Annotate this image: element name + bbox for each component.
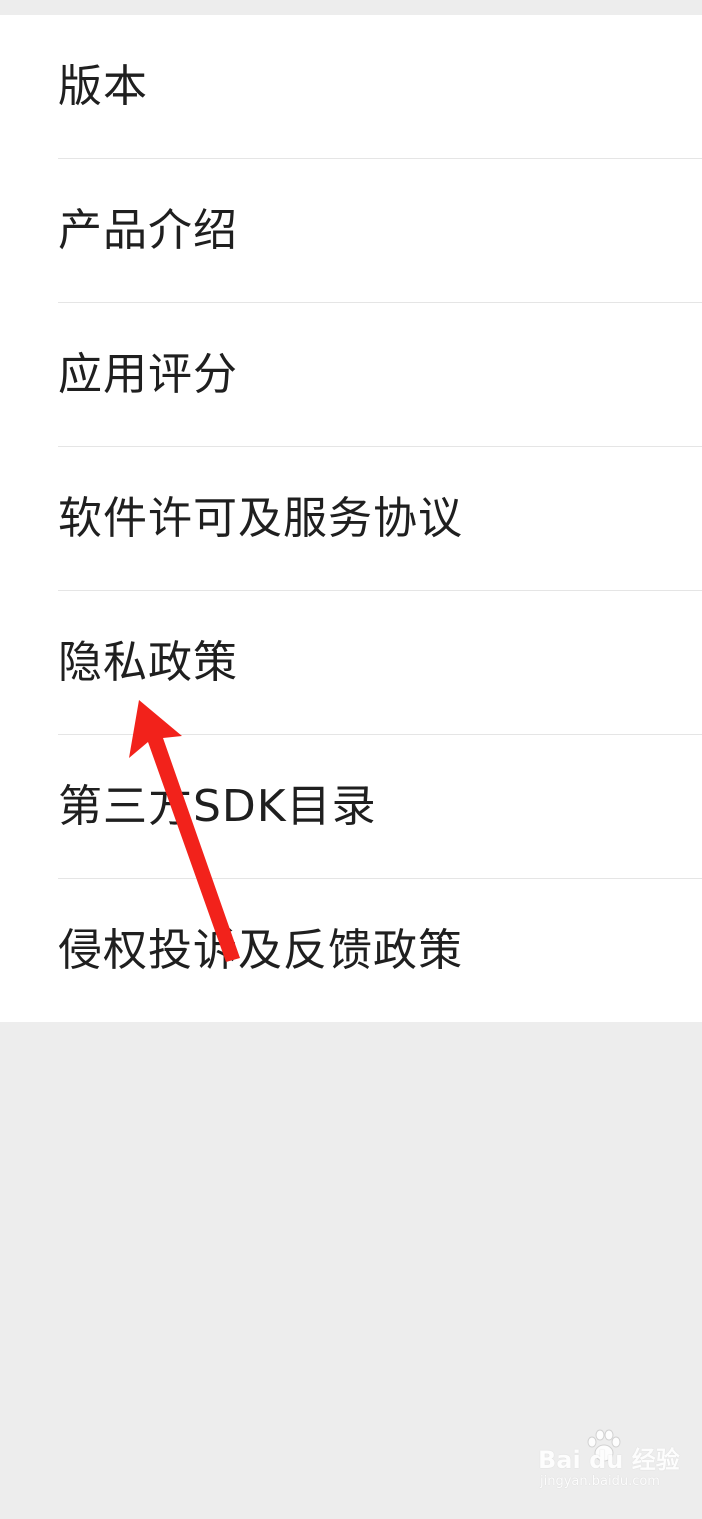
menu-item-label: 隐私政策 <box>58 637 238 688</box>
menu-item-software-license[interactable]: 软件许可及服务协议 <box>0 447 702 591</box>
menu-item-label: 侵权投诉及反馈政策 <box>58 925 463 976</box>
menu-item-label: 版本 <box>58 61 148 112</box>
about-menu-list: 版本 产品介绍 应用评分 软件许可及服务协议 隐私政策 第三方SDK目录 侵权投… <box>0 15 702 1022</box>
menu-item-label: 第三方SDK目录 <box>58 781 377 832</box>
watermark-url: jingyan.baidu.com <box>540 1474 660 1489</box>
menu-item-label: 产品介绍 <box>58 205 238 256</box>
baidu-jingyan-watermark: Bai du 经验 jingyan.baidu.com <box>538 1429 688 1505</box>
menu-item-infringement-complaint[interactable]: 侵权投诉及反馈政策 <box>0 879 702 1023</box>
menu-item-third-party-sdk[interactable]: 第三方SDK目录 <box>0 735 702 879</box>
watermark-title: Bai du 经验 <box>538 1446 680 1474</box>
menu-item-label: 软件许可及服务协议 <box>58 493 463 544</box>
menu-item-product-intro[interactable]: 产品介绍 <box>0 159 702 303</box>
menu-item-privacy-policy[interactable]: 隐私政策 <box>0 591 702 735</box>
menu-item-version[interactable]: 版本 <box>0 15 702 159</box>
top-gray-strip <box>0 0 702 15</box>
menu-item-app-rating[interactable]: 应用评分 <box>0 303 702 447</box>
menu-item-label: 应用评分 <box>58 349 238 400</box>
